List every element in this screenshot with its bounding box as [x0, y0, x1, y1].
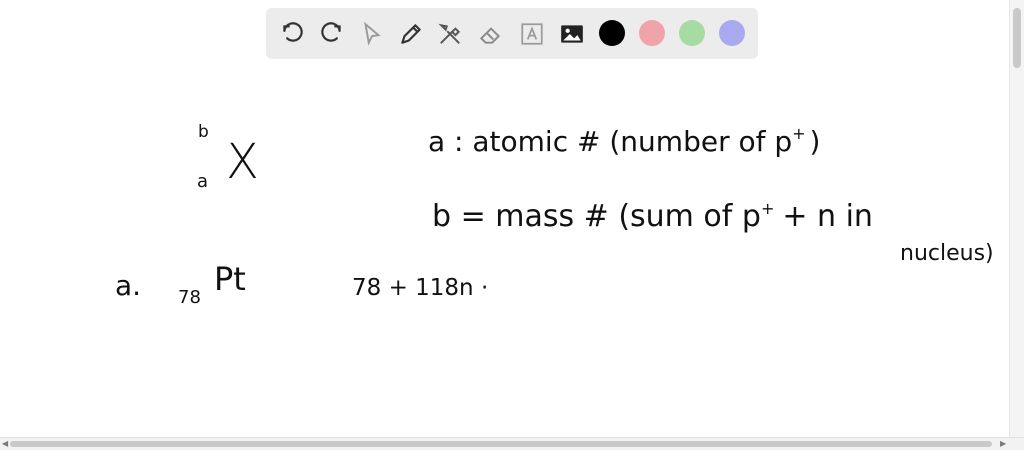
vertical-scrollbar[interactable] — [1009, 0, 1024, 438]
definition-atomic-number: a : atomic # (number of p+) — [428, 124, 820, 158]
drawing-toolbar — [266, 8, 758, 59]
item-calculation: 78 + 118n · — [352, 275, 488, 301]
color-swatch-black[interactable] — [599, 20, 625, 46]
color-swatch-red[interactable] — [639, 20, 665, 46]
scroll-right-arrow-icon[interactable]: ▶ — [1000, 439, 1006, 449]
select-icon[interactable] — [356, 18, 388, 50]
whiteboard-canvas[interactable]: b a X a : atomic # (number of p+) b = ma… — [0, 60, 1010, 438]
notation-mass-number: b — [198, 122, 209, 142]
eraser-icon[interactable] — [474, 18, 506, 50]
color-swatch-green[interactable] — [679, 20, 705, 46]
notation-element-symbol: X — [226, 134, 259, 190]
item-atomic-number: 78 — [178, 287, 201, 308]
color-swatch-purple[interactable] — [719, 20, 745, 46]
tools-icon[interactable] — [434, 18, 466, 50]
definition-mass-number: b = mass # (sum of p+ + n in — [432, 199, 873, 234]
scroll-left-arrow-icon[interactable]: ◀ — [2, 439, 8, 449]
pen-icon[interactable] — [395, 18, 427, 50]
text-icon[interactable] — [516, 18, 548, 50]
vertical-scroll-thumb[interactable] — [1013, 8, 1021, 68]
item-element-symbol: Pt — [214, 260, 246, 298]
undo-icon[interactable] — [276, 18, 308, 50]
item-label: a. — [115, 269, 141, 302]
notation-atomic-number: a — [197, 171, 208, 192]
horizontal-scrollbar[interactable]: ◀ ▶ — [0, 437, 1024, 450]
redo-icon[interactable] — [316, 18, 348, 50]
horizontal-scroll-thumb[interactable] — [10, 441, 992, 447]
image-icon[interactable] — [556, 18, 588, 50]
definition-mass-continuation: nucleus) — [900, 241, 994, 266]
